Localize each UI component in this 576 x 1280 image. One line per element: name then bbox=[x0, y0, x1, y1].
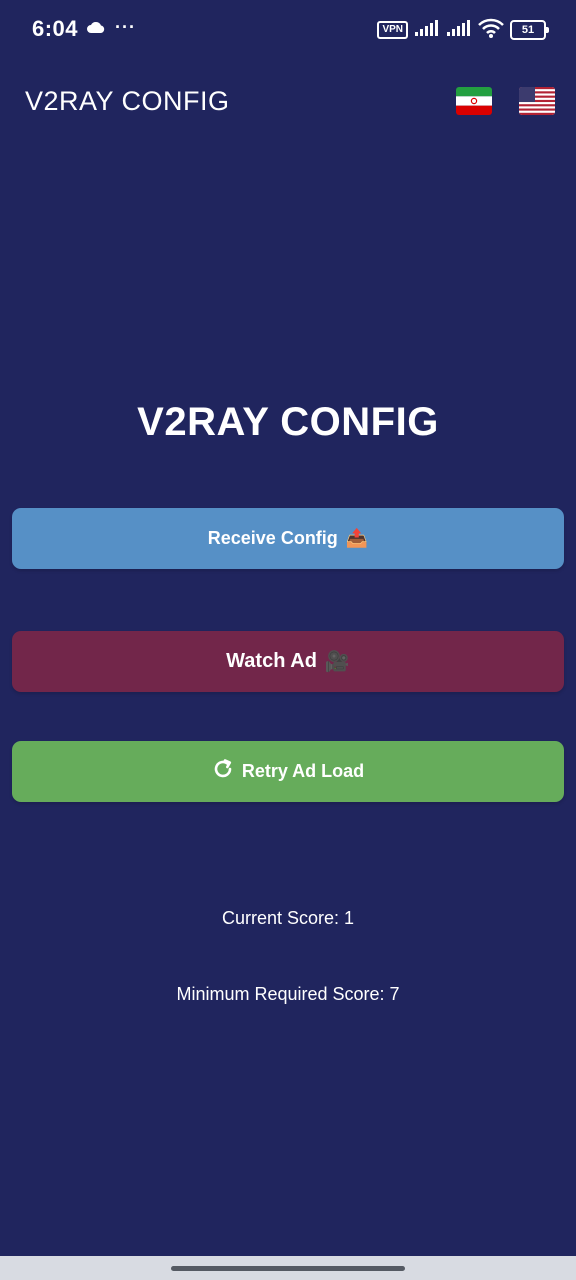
status-time: 6:04 bbox=[32, 16, 79, 41]
retry-ad-load-button[interactable]: Retry Ad Load bbox=[12, 741, 564, 802]
us-flag-icon[interactable] bbox=[519, 87, 555, 115]
refresh-icon bbox=[212, 758, 234, 785]
receive-config-label: Receive Config bbox=[207, 528, 338, 548]
more-icon: ··· bbox=[115, 17, 136, 37]
watch-ad-label: Watch Ad bbox=[226, 650, 317, 672]
main-title: V2RAY CONFIG bbox=[137, 400, 439, 444]
navigation-bar bbox=[0, 1256, 576, 1280]
iran-flag-icon[interactable] bbox=[456, 87, 492, 115]
outbox-icon: 📤 bbox=[345, 528, 369, 548]
camera-icon: 🎥 bbox=[324, 651, 350, 673]
watch-ad-button[interactable]: Watch Ad 🎥 bbox=[12, 631, 564, 692]
cloud-icon bbox=[86, 21, 106, 39]
signal-icon bbox=[446, 19, 472, 41]
app-title: V2RAY CONFIG bbox=[25, 86, 230, 116]
status-bar: 6:04 ··· VPN 51 bbox=[0, 0, 576, 58]
battery-icon: 51 bbox=[510, 20, 549, 40]
retry-ad-load-label: Retry Ad Load bbox=[241, 761, 365, 781]
signal-icon bbox=[414, 19, 440, 41]
current-score-text: Current Score: 1 bbox=[221, 908, 355, 928]
minimum-score-text: Minimum Required Score: 7 bbox=[176, 984, 400, 1004]
vpn-badge: VPN bbox=[377, 21, 408, 39]
status-icons: VPN 51 bbox=[377, 18, 549, 43]
home-gesture-handle[interactable] bbox=[171, 1266, 405, 1271]
receive-config-button[interactable]: Receive Config 📤 bbox=[12, 508, 564, 569]
wifi-icon bbox=[478, 18, 504, 43]
